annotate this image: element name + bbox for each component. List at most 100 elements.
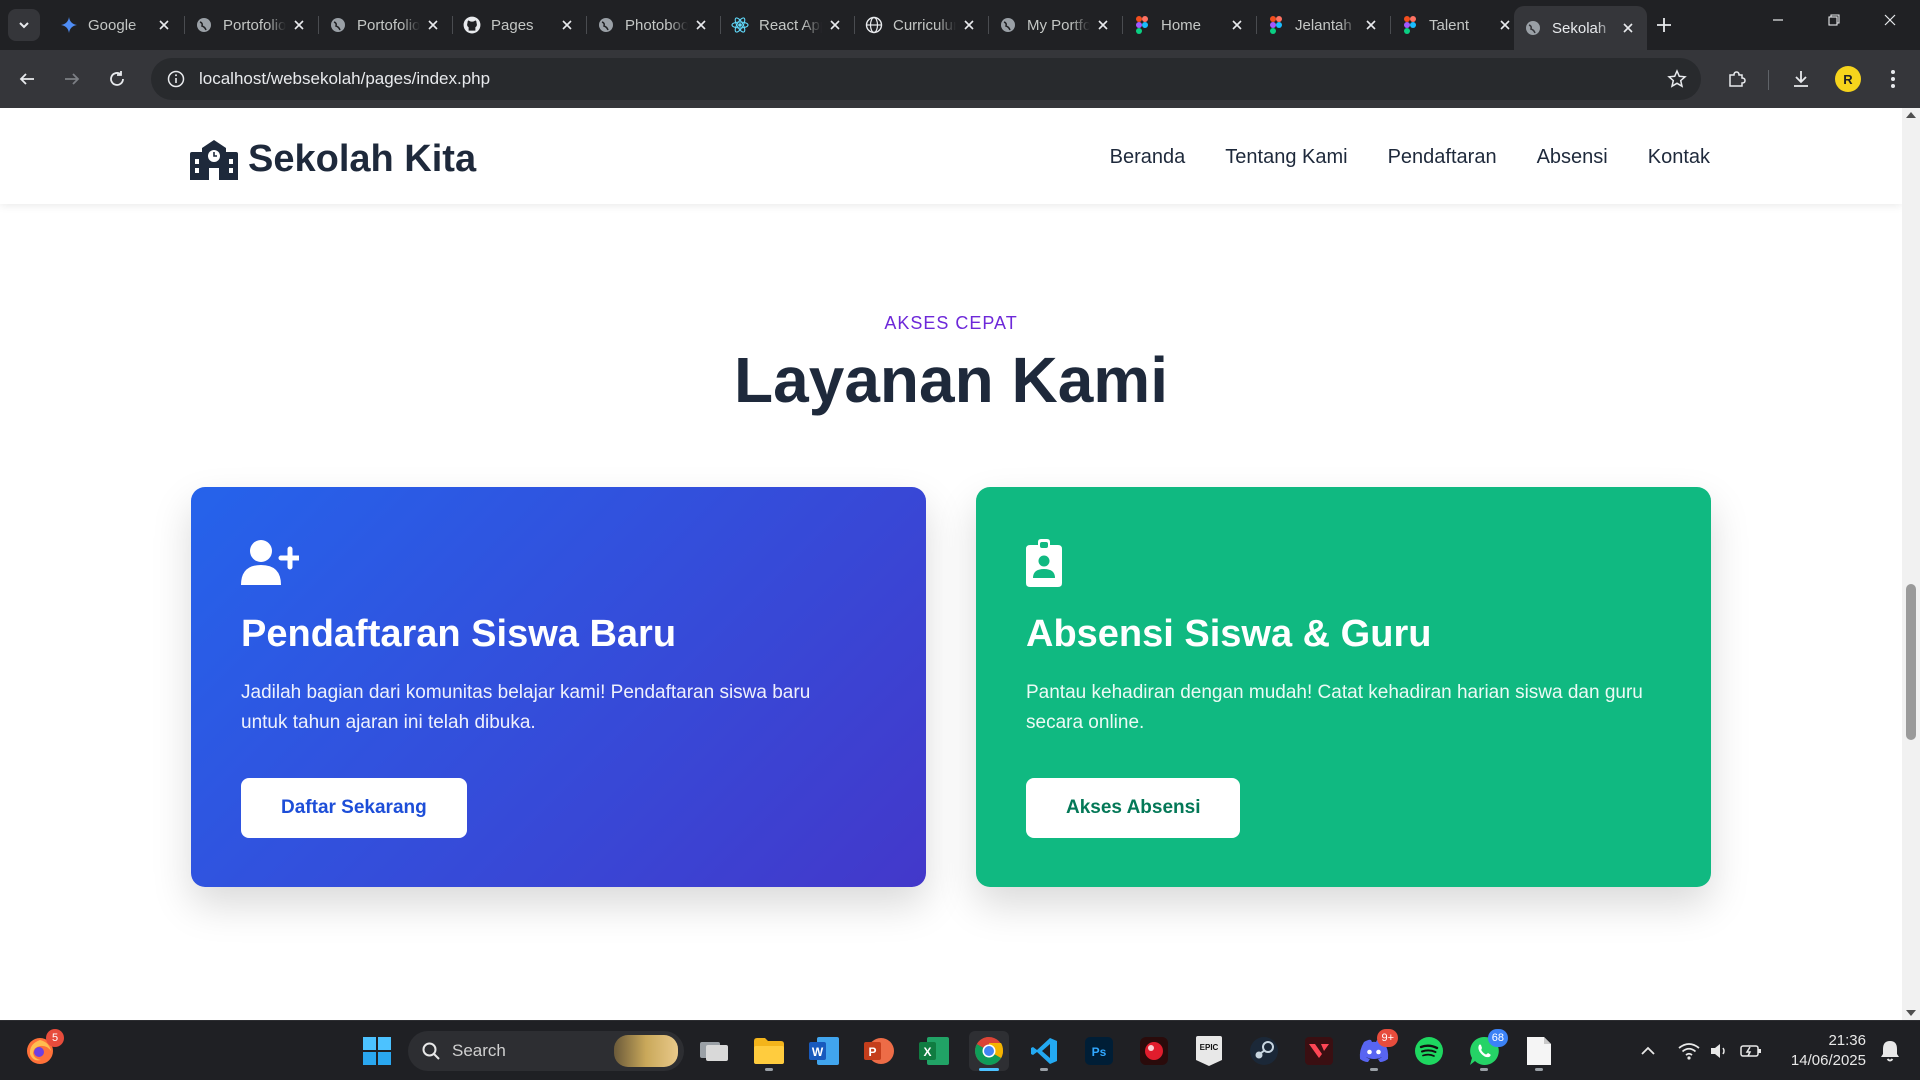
reload-button[interactable] [102,64,132,94]
vscode-app[interactable] [1024,1031,1064,1071]
restore-icon [1828,14,1840,26]
red-app[interactable] [1134,1031,1174,1071]
start-button[interactable] [357,1031,397,1071]
battery-icon[interactable] [1740,1043,1762,1059]
wifi-icon[interactable] [1678,1042,1700,1060]
close-window-button[interactable] [1862,0,1918,40]
card-description: Jadilah bagian dari komunitas belajar ka… [241,682,811,733]
forward-button[interactable] [57,64,87,94]
close-icon[interactable] [692,16,710,34]
browser-tab[interactable]: React App [721,8,854,42]
notepad-app[interactable] [1519,1031,1559,1071]
register-now-button[interactable]: Daftar Sekarang [241,778,467,838]
browser-tab[interactable]: Curriculum [855,8,988,42]
address-bar[interactable]: localhost/websekolah/pages/index.php [151,58,1701,100]
close-icon[interactable] [1228,16,1246,34]
close-icon[interactable] [424,16,442,34]
user-plus-icon [241,537,876,589]
svg-text:P: P [868,1045,876,1059]
running-indicator [979,1068,999,1071]
bell-icon [1881,1041,1899,1062]
close-icon [1884,14,1896,26]
epic-games-app[interactable]: EPIC [1189,1031,1229,1071]
search-highlight-image [614,1035,678,1067]
windows-logo-icon [363,1037,391,1065]
chevron-up-icon[interactable] [1640,1043,1656,1059]
close-icon[interactable] [1094,16,1112,34]
nav-link-absensi[interactable]: Absensi [1537,146,1608,169]
close-icon[interactable] [155,16,173,34]
scroll-thumb[interactable] [1906,584,1916,740]
nav-link-beranda[interactable]: Beranda [1110,146,1186,169]
extensions-button[interactable] [1722,64,1752,94]
browser-tab[interactable]: Jelantah [1257,8,1390,42]
browser-tab-active[interactable]: Sekolah [1514,6,1647,50]
tab-title: Home [1161,16,1202,34]
steam-icon [1250,1037,1278,1065]
discord-badge: 9+ [1377,1029,1398,1047]
close-icon[interactable] [1362,16,1380,34]
close-icon[interactable] [1619,19,1637,37]
close-icon[interactable] [290,16,308,34]
section-title: Layanan Kami [734,344,1168,416]
volume-icon[interactable] [1710,1042,1730,1060]
steam-app[interactable] [1244,1031,1284,1071]
page-scrollbar[interactable] [1902,108,1920,1020]
photoshop-icon: Ps [1085,1037,1113,1065]
scroll-down-arrow-icon[interactable] [1906,1010,1916,1016]
nav-link-pendaftaran[interactable]: Pendaftaran [1388,146,1497,169]
access-attendance-button[interactable]: Akses Absensi [1026,778,1241,838]
svg-text:W: W [812,1045,824,1059]
star-icon[interactable] [1667,69,1687,89]
restore-button[interactable] [1806,0,1862,40]
word-app[interactable]: W [804,1031,844,1071]
browser-tab[interactable]: Pages [453,8,586,42]
profile-avatar[interactable]: R [1835,66,1861,92]
nav-link-kontak[interactable]: Kontak [1648,146,1710,169]
valorant-app[interactable] [1299,1031,1339,1071]
powerpoint-app[interactable]: P [859,1031,899,1071]
notifications-button[interactable] [1870,1031,1910,1071]
valorant-icon [1305,1037,1333,1065]
new-tab-button[interactable] [1650,11,1678,39]
browser-tab[interactable]: Talent [1391,8,1524,42]
clock-date: 14/06/2025 [1790,1052,1866,1069]
browser-tab[interactable]: Photobooth [587,8,720,42]
browser-tab[interactable]: My Portfolio [989,8,1122,42]
tab-search-button[interactable] [8,9,40,41]
figma-icon [1401,16,1419,34]
file-explorer-app[interactable] [749,1031,789,1071]
photoshop-app[interactable]: Ps [1079,1031,1119,1071]
task-view-app[interactable] [694,1031,734,1071]
close-icon[interactable] [960,16,978,34]
whatsapp-app[interactable]: 68 [1464,1029,1508,1071]
plus-icon [1657,18,1671,32]
browser-tab[interactable]: Google [50,8,183,42]
downloads-button[interactable] [1786,64,1816,94]
puzzle-icon [1729,71,1746,87]
discord-app[interactable]: 9+ [1354,1029,1398,1071]
browser-tab[interactable]: Portofolio [319,8,452,42]
download-icon [1794,71,1808,87]
site-info-icon[interactable] [167,70,185,88]
firefox-app[interactable]: 5 [20,1029,64,1071]
taskbar-search[interactable]: Search [408,1031,684,1071]
nav-link-tentang-kami[interactable]: Tentang Kami [1225,146,1347,169]
chrome-app[interactable] [969,1031,1009,1071]
close-icon[interactable] [826,16,844,34]
clock[interactable]: 21:36 14/06/2025 [1786,1031,1866,1071]
site-brand[interactable]: Sekolah Kita [190,138,476,181]
excel-app[interactable]: X [914,1031,954,1071]
spotify-app[interactable] [1409,1031,1449,1071]
scroll-up-arrow-icon[interactable] [1906,112,1916,118]
arrow-right-icon [65,73,80,85]
chrome-menu-button[interactable] [1878,64,1908,94]
browser-tab[interactable]: Home [1123,8,1256,42]
minimize-button[interactable] [1750,0,1806,40]
browser-tab[interactable]: Portofolio [185,8,318,42]
firefox-badge: 5 [46,1029,64,1047]
school-icon [190,139,238,180]
close-icon[interactable] [1496,16,1514,34]
close-icon[interactable] [558,16,576,34]
back-button[interactable] [12,64,42,94]
